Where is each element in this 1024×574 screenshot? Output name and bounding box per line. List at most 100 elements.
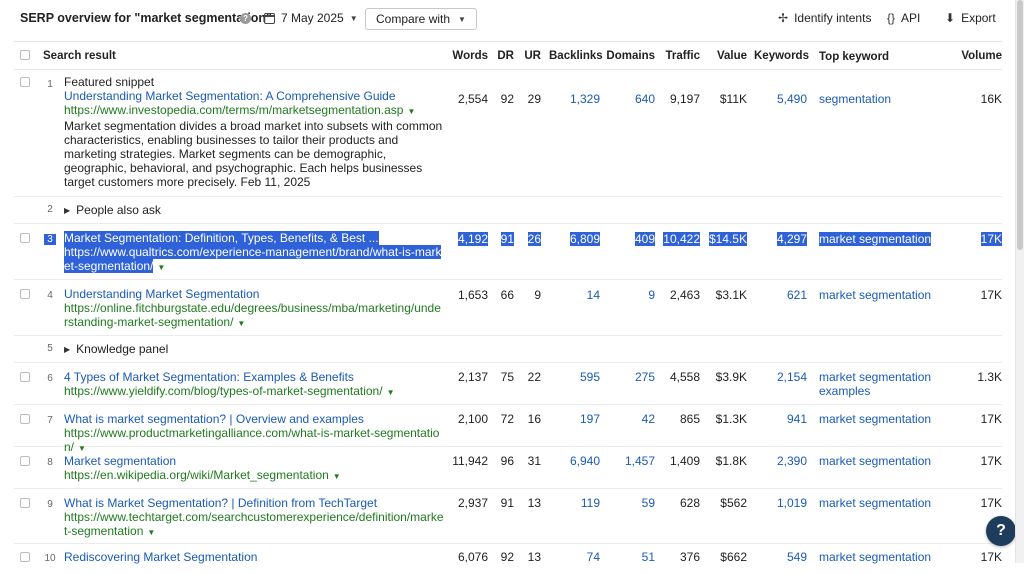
top-keyword-link[interactable]: segmentation <box>819 92 944 106</box>
scrollbar-thumb[interactable] <box>1017 0 1023 250</box>
domains-link[interactable]: 640 <box>604 92 655 106</box>
result-title-link[interactable]: Rediscovering Market Segmentation <box>64 550 444 564</box>
domains-link[interactable]: 42 <box>604 412 655 426</box>
value-amount: $14.5K <box>707 232 747 246</box>
backlinks-link[interactable]: 1,329 <box>549 92 600 106</box>
keywords-link[interactable]: 549 <box>754 550 807 564</box>
domains-link[interactable]: 59 <box>604 496 655 510</box>
export-button[interactable]: ⬇ Export <box>945 11 996 25</box>
keywords-link[interactable]: 2,390 <box>754 454 807 468</box>
help-chat-button[interactable]: ? <box>986 516 1016 546</box>
export-label: Export <box>961 11 996 25</box>
words-value: 2,554 <box>457 92 488 106</box>
calendar-icon <box>264 12 275 24</box>
backlinks-link[interactable]: 197 <box>549 412 600 426</box>
compare-label: Compare with <box>376 12 451 26</box>
top-keyword-link[interactable]: market segmentation examples <box>819 370 944 398</box>
words-value: 4,192 <box>446 232 488 246</box>
top-keyword-link[interactable]: market segmentation <box>819 496 944 510</box>
table-row: 5 ▶ Knowledge panel <box>14 336 1002 363</box>
words-value: 11,942 <box>452 454 488 468</box>
dr-value: 92 <box>500 92 514 106</box>
date-label: 7 May 2025 <box>281 11 344 25</box>
result-title-link[interactable]: Market Segmentation: Definition, Types, … <box>64 231 379 245</box>
knowledge-panel-toggle[interactable]: ▶ Knowledge panel <box>64 342 168 356</box>
keywords-link[interactable]: 621 <box>754 288 807 302</box>
traffic-value: 376 <box>679 550 700 564</box>
keywords-link[interactable]: 4,297 <box>754 232 807 246</box>
backlinks-link[interactable]: 74 <box>549 550 600 564</box>
col-top-keyword[interactable]: Top keyword <box>819 50 944 64</box>
keywords-link[interactable]: 1,019 <box>754 496 807 510</box>
volume-value: 17K <box>980 496 1002 510</box>
result-title-link[interactable]: What is Market Segmentation? | Definitio… <box>64 496 444 510</box>
caret-down-icon[interactable]: ▼ <box>147 528 155 537</box>
result-title-link[interactable]: Market segmentation <box>64 454 444 468</box>
top-keyword-link[interactable]: market segmentation <box>819 288 944 302</box>
col-traffic[interactable]: Traffic <box>660 50 700 62</box>
api-button[interactable]: {} API <box>887 11 920 25</box>
row-checkbox[interactable] <box>20 289 30 299</box>
people-also-ask-toggle[interactable]: ▶ People also ask <box>64 203 161 217</box>
backlinks-link[interactable]: 119 <box>549 496 600 510</box>
result-title-link[interactable]: Understanding Market Segmentation: A Com… <box>64 89 444 103</box>
keywords-link[interactable]: 5,490 <box>754 92 807 106</box>
top-keyword-link[interactable]: market segmentation <box>819 412 944 426</box>
result-title-link[interactable]: What is market segmentation? | Overview … <box>64 412 444 426</box>
domains-link[interactable]: 275 <box>604 370 655 384</box>
domains-link[interactable]: 1,457 <box>604 454 655 468</box>
identify-intents-button[interactable]: ✢ Identify intents <box>778 11 871 25</box>
domains-link[interactable]: 409 <box>604 232 655 246</box>
keywords-link[interactable]: 2,154 <box>754 370 807 384</box>
domains-link[interactable]: 51 <box>604 550 655 564</box>
result-title-link[interactable]: Understanding Market Segmentation <box>64 287 444 301</box>
row-number: 9 <box>47 499 53 510</box>
caret-down-icon[interactable]: ▼ <box>387 388 395 397</box>
col-search-result[interactable]: Search result <box>43 50 116 62</box>
result-url[interactable]: https://www.yieldify.com/blog/types-of-m… <box>64 384 383 398</box>
help-icon[interactable]: ? <box>240 13 251 24</box>
col-backlinks[interactable]: Backlinks <box>549 50 603 62</box>
api-label: API <box>901 11 921 25</box>
col-keywords[interactable]: Keywords <box>754 50 809 62</box>
value-amount: $562 <box>720 496 747 510</box>
select-all-checkbox[interactable] <box>20 50 30 60</box>
backlinks-link[interactable]: 6,940 <box>549 454 600 468</box>
row-checkbox[interactable] <box>20 77 30 87</box>
col-words[interactable]: Words <box>446 50 488 62</box>
caret-down-icon[interactable]: ▼ <box>237 319 245 328</box>
compare-with-dropdown[interactable]: Compare with ▼ <box>365 8 477 30</box>
result-url[interactable]: https://www.techtarget.com/searchcustome… <box>64 510 444 538</box>
backlinks-link[interactable]: 595 <box>549 370 600 384</box>
col-domains[interactable]: Domains <box>604 50 655 62</box>
result-url[interactable]: https://www.qualtrics.com/experience-man… <box>64 245 442 273</box>
caret-down-icon[interactable]: ▼ <box>333 472 341 481</box>
top-keyword-link[interactable]: market segmentation <box>819 550 944 564</box>
top-keyword-link[interactable]: market segmentation <box>819 232 944 246</box>
col-value[interactable]: Value <box>707 50 747 62</box>
result-content: Rediscovering Market Segmentation <box>64 550 444 564</box>
row-checkbox[interactable] <box>20 414 30 424</box>
row-checkbox[interactable] <box>20 498 30 508</box>
col-volume[interactable]: Volume <box>958 50 1002 62</box>
result-url[interactable]: https://online.fitchburgstate.edu/degree… <box>64 301 441 329</box>
row-checkbox[interactable] <box>20 456 30 466</box>
col-dr[interactable]: DR <box>494 50 514 62</box>
row-checkbox[interactable] <box>20 372 30 382</box>
backlinks-link[interactable]: 14 <box>549 288 600 302</box>
scrollbar[interactable] <box>1015 0 1024 563</box>
triangle-right-icon: ▶ <box>64 344 71 354</box>
top-keyword-link[interactable]: market segmentation <box>819 454 944 468</box>
col-ur[interactable]: UR <box>519 50 541 62</box>
row-checkbox[interactable] <box>20 233 30 243</box>
caret-down-icon[interactable]: ▼ <box>157 263 165 272</box>
date-picker[interactable]: 7 May 2025 ▼ <box>264 11 358 25</box>
keywords-link[interactable]: 941 <box>754 412 807 426</box>
domains-link[interactable]: 9 <box>604 288 655 302</box>
row-checkbox[interactable] <box>20 552 30 562</box>
backlinks-link[interactable]: 6,809 <box>549 232 600 246</box>
result-url[interactable]: https://en.wikipedia.org/wiki/Market_seg… <box>64 468 329 482</box>
result-title-link[interactable]: 4 Types of Market Segmentation: Examples… <box>64 370 444 384</box>
result-url[interactable]: https://www.investopedia.com/terms/m/mar… <box>64 103 403 117</box>
caret-down-icon[interactable]: ▼ <box>407 107 415 116</box>
